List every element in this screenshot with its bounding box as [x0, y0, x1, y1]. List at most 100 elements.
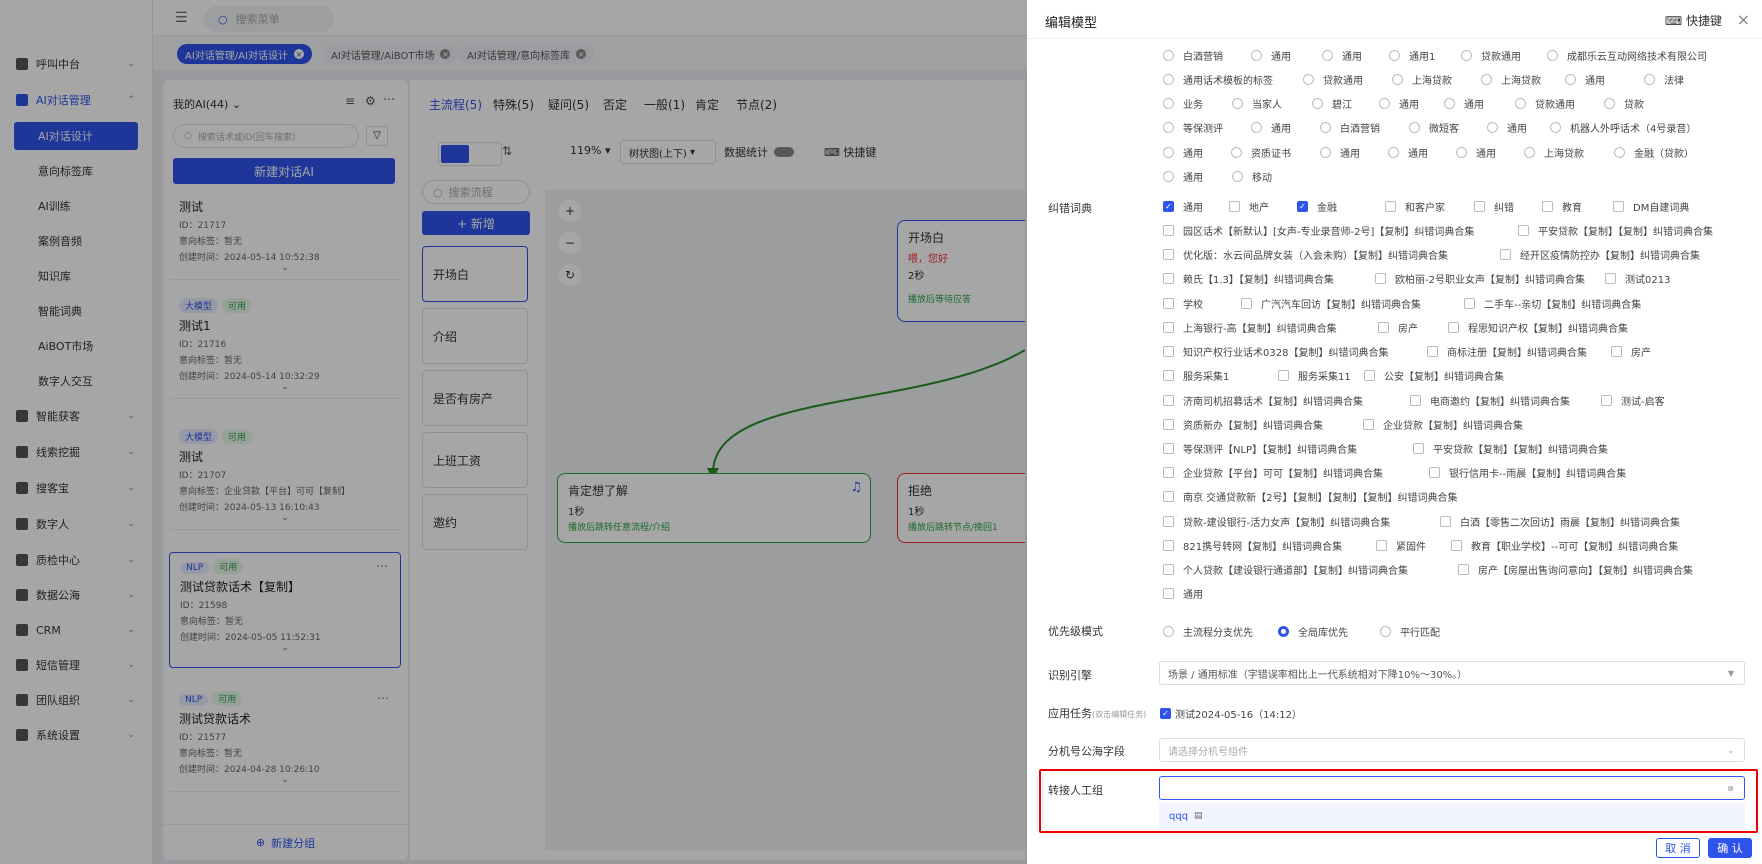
dict-checkbox-option[interactable]: 欧柏丽-2号职业女声【复制】纠错词典合集 [1375, 271, 1585, 286]
model-radio-option[interactable]: 通用 [1379, 96, 1419, 111]
dict-checkbox-option[interactable]: 公安【复制】纠错词典合集 [1364, 368, 1504, 383]
dict-checkbox-option[interactable]: 紧固件 [1376, 538, 1426, 553]
dict-checkbox-option[interactable]: 企业贷款【复制】纠错词典合集 [1363, 417, 1523, 432]
priority-radio-option[interactable]: 平行匹配 [1380, 624, 1440, 639]
dict-checkbox-option[interactable]: 教育 [1542, 199, 1582, 214]
dict-checkbox-option[interactable]: 通用 [1163, 586, 1203, 601]
model-radio-option[interactable]: 成都乐云互动网络技术有限公司 [1547, 48, 1707, 63]
dict-checkbox-option[interactable]: 知识产权行业话术0328【复制】纠错词典合集 [1163, 344, 1388, 359]
cancel-button[interactable]: 取 消 [1656, 838, 1700, 858]
dict-checkbox-option[interactable]: 教育【职业学校】--可可【复制】纠错词典合集 [1451, 538, 1678, 553]
model-radio-option[interactable]: 通用 [1388, 145, 1428, 160]
model-radio-option[interactable]: 上海贷款 [1524, 145, 1584, 160]
model-radio-option[interactable]: 通用1 [1389, 48, 1435, 63]
option-label: 碧江 [1332, 100, 1352, 111]
shortcut-link[interactable]: ⌨ 快捷键 [1665, 12, 1722, 29]
model-radio-option[interactable]: 移动 [1232, 169, 1272, 184]
model-radio-option[interactable]: 机器人外呼话术（4号录音） [1550, 120, 1696, 135]
transfer-group-option[interactable]: qqq ▤ [1159, 803, 1745, 829]
model-radio-option[interactable]: 当家人 [1232, 96, 1282, 111]
dict-checkbox-option[interactable]: 程思知识产权【复制】纠错词典合集 [1448, 320, 1628, 335]
engine-select[interactable]: 场景 / 通用标准（字错误率相比上一代系统相对下降10%～30%。） ▼ [1159, 661, 1745, 685]
model-radio-option[interactable]: 上海贷款 [1481, 72, 1541, 87]
model-radio-option[interactable]: 资质证书 [1231, 145, 1291, 160]
dict-checkbox-option[interactable]: 服务采集11 [1278, 368, 1351, 383]
dict-checkbox-option[interactable]: 纠错 [1474, 199, 1514, 214]
model-radio-option[interactable]: 金融（贷款） [1614, 145, 1694, 160]
close-icon[interactable]: × [1737, 10, 1750, 29]
model-radio-option[interactable]: 通用 [1565, 72, 1605, 87]
dict-checkbox-option[interactable]: 白酒【零售二次回访】雨晨【复制】纠错词典合集 [1440, 514, 1680, 529]
dict-checkbox-option[interactable]: 测试-启客 [1601, 393, 1665, 408]
dict-checkbox-option[interactable]: 赖氏【1.3】【复制】纠错词典合集 [1163, 271, 1334, 286]
option-label: 服务采集1 [1183, 372, 1230, 383]
dict-checkbox-option[interactable]: 企业贷款【平台】可可【复制】纠错词典合集 [1163, 465, 1383, 480]
dict-checkbox-option[interactable]: 地产 [1229, 199, 1269, 214]
option-label: 通用 [1476, 149, 1496, 160]
option-label: 广汽汽车回访【复制】纠错词典合集 [1261, 300, 1421, 311]
dict-checkbox-option[interactable]: 优化版：水云间品牌女装（入会未购）【复制】纠错词典合集 [1163, 247, 1448, 262]
model-radio-option[interactable]: 通用 [1322, 48, 1362, 63]
dict-checkbox-option[interactable]: 房产【房屋出售询问意向】【复制】纠错词典合集 [1458, 562, 1693, 577]
model-radio-option[interactable]: 通用 [1163, 145, 1203, 160]
option-label: 贷款通用 [1535, 100, 1575, 111]
dict-checkbox-option[interactable]: 个人贷款【建设银行通道部】【复制】纠错词典合集 [1163, 562, 1408, 577]
model-radio-option[interactable]: 上海贷款 [1392, 72, 1452, 87]
dict-checkbox-option[interactable]: 贷款-建设银行-活力女声【复制】纠错词典合集 [1163, 514, 1390, 529]
dict-checkbox-option[interactable]: DM自建词典 [1613, 199, 1689, 214]
dict-checkbox-option[interactable]: 821携号转网【复制】纠错词典合集 [1163, 538, 1342, 553]
dict-checkbox-option[interactable]: 服务采集1 [1163, 368, 1229, 383]
dict-checkbox-option[interactable]: 广汽汽车回访【复制】纠错词典合集 [1241, 296, 1421, 311]
dialog-footer [1027, 844, 1762, 864]
dict-checkbox-option[interactable]: 园区话术【新默认】[女声-专业录音师-2号]【复制】纠错词典合集 [1163, 223, 1474, 238]
model-radio-option[interactable]: 业务 [1163, 96, 1203, 111]
dict-checkbox-option[interactable]: 和客户家 [1385, 199, 1445, 214]
dict-checkbox-option[interactable]: ✓ 金融 [1297, 199, 1337, 214]
model-radio-option[interactable]: 白酒营销 [1320, 120, 1380, 135]
dict-checkbox-option[interactable]: 银行信用卡--雨晨【复制】纠错词典合集 [1429, 465, 1626, 480]
dict-checkbox-option[interactable]: 房产 [1611, 344, 1651, 359]
dict-checkbox-option[interactable]: 学校 [1163, 296, 1203, 311]
modal-overlay[interactable] [0, 0, 1027, 864]
model-radio-option[interactable]: 贷款通用 [1515, 96, 1575, 111]
priority-radio-option[interactable]: 主流程分支优先 [1163, 624, 1253, 639]
dict-checkbox-option[interactable]: ✓ 通用 [1163, 199, 1203, 214]
dict-checkbox-option[interactable]: 南京 交通贷款新【2号】【复制】【复制】【复制】纠错词典合集 [1163, 489, 1458, 504]
dict-checkbox-option[interactable]: 商标注册【复制】纠错词典合集 [1427, 344, 1587, 359]
model-radio-option[interactable]: 法律 [1644, 72, 1684, 87]
checkbox-box: ✓ [1297, 201, 1308, 212]
model-radio-option[interactable]: 贷款通用 [1303, 72, 1363, 87]
dict-checkbox-option[interactable]: 平安贷款【复制】【复制】纠错词典合集 [1413, 441, 1608, 456]
model-radio-option[interactable]: 贷款通用 [1461, 48, 1521, 63]
dict-checkbox-option[interactable]: 经开区疫情防控办【复制】纠错词典合集 [1500, 247, 1700, 262]
confirm-button[interactable]: 确 认 [1708, 838, 1752, 858]
model-radio-option[interactable]: 通用 [1163, 169, 1203, 184]
dict-checkbox-option[interactable]: 电商邀约【复制】纠错词典合集 [1410, 393, 1570, 408]
model-radio-option[interactable]: 通用 [1251, 48, 1291, 63]
clear-icon[interactable]: ⊗ [1727, 784, 1734, 793]
dict-checkbox-option[interactable]: 等保测评【NLP】【复制】纠错词典合集 [1163, 441, 1357, 456]
model-radio-option[interactable]: 碧江 [1312, 96, 1352, 111]
model-radio-option[interactable]: 通用 [1487, 120, 1527, 135]
model-radio-option[interactable]: 通用 [1251, 120, 1291, 135]
priority-radio-option[interactable]: 全局库优先 [1278, 624, 1348, 639]
model-radio-option[interactable]: 白酒营销 [1163, 48, 1223, 63]
extension-select[interactable]: 请选择分机号组件 ⌄ [1159, 738, 1745, 762]
transfer-group-input[interactable]: ⊗ [1159, 776, 1745, 800]
dict-checkbox-option[interactable]: 二手车--亲切【复制】纠错词典合集 [1464, 296, 1641, 311]
option-label: 二手车--亲切【复制】纠错词典合集 [1484, 300, 1642, 311]
model-radio-option[interactable]: 通用 [1444, 96, 1484, 111]
dict-checkbox-option[interactable]: 济南司机招募话术【复制】纠错词典合集 [1163, 393, 1363, 408]
dict-checkbox-option[interactable]: 测试0213 [1605, 271, 1670, 286]
dict-checkbox-option[interactable]: 上海银行-高【复制】纠错词典合集 [1163, 320, 1337, 335]
model-radio-option[interactable]: 微短客 [1409, 120, 1459, 135]
model-radio-option[interactable]: 等保测评 [1163, 120, 1223, 135]
dict-checkbox-option[interactable]: 资质新办【复制】纠错词典合集 [1163, 417, 1323, 432]
model-radio-option[interactable]: 通用话术模板的标签 [1163, 72, 1273, 87]
dict-checkbox-option[interactable]: 房产 [1378, 320, 1418, 335]
model-radio-option[interactable]: 贷款 [1604, 96, 1644, 111]
task-checkbox[interactable]: ✓ 测试2024-05-16（14:12） [1160, 706, 1302, 721]
model-radio-option[interactable]: 通用 [1456, 145, 1496, 160]
model-radio-option[interactable]: 通用 [1320, 145, 1360, 160]
dict-checkbox-option[interactable]: 平安贷款【复制】【复制】纠错词典合集 [1518, 223, 1713, 238]
